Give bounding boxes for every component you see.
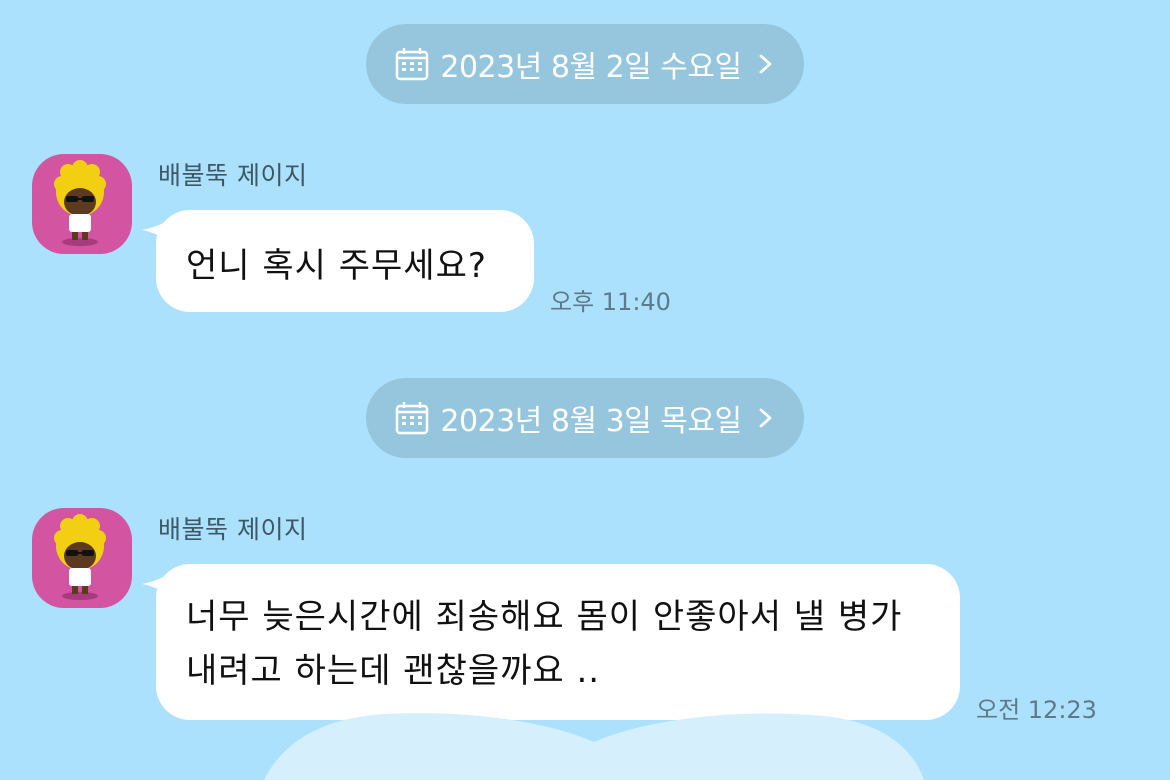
message-bubble[interactable]: 언니 혹시 주무세요? bbox=[142, 210, 534, 312]
avatar[interactable] bbox=[32, 508, 132, 608]
message-timestamp: 오전 12:23 bbox=[976, 696, 1097, 724]
jay-g-character-avatar bbox=[54, 514, 106, 600]
avatar[interactable] bbox=[32, 154, 132, 254]
date-separator-label: 2023년 8월 2일 수요일 bbox=[440, 50, 742, 85]
bubble-tail bbox=[142, 572, 172, 598]
message-timestamp: 오후 11:40 bbox=[550, 288, 671, 316]
sender-name: 배불뚝 제이지 bbox=[158, 515, 308, 544]
sender-name: 배불뚝 제이지 bbox=[158, 161, 308, 190]
background-decoration bbox=[264, 713, 924, 780]
date-separator-aug-2[interactable]: 2023년 8월 2일 수요일 bbox=[366, 24, 804, 104]
message-text-line: 너무 늦은시간에 죄송해요 몸이 안좋아서 낼 병가 bbox=[186, 597, 903, 637]
bubble-tail bbox=[142, 218, 172, 244]
calendar-icon bbox=[394, 46, 430, 82]
message-bubble[interactable]: 너무 늦은시간에 죄송해요 몸이 안좋아서 낼 병가 내려고 하는데 괜찮을까요… bbox=[142, 564, 960, 720]
date-separator-label: 2023년 8월 3일 목요일 bbox=[440, 404, 742, 439]
jay-g-character-avatar bbox=[54, 160, 106, 246]
message-text-line: 내려고 하는데 괜찮을까요 .. bbox=[186, 651, 601, 691]
date-separator-aug-3[interactable]: 2023년 8월 3일 목요일 bbox=[366, 378, 804, 458]
calendar-icon bbox=[394, 400, 430, 436]
message-text: 언니 혹시 주무세요? bbox=[186, 246, 487, 286]
chevron-right-icon bbox=[756, 50, 776, 78]
chevron-right-icon bbox=[756, 404, 776, 432]
